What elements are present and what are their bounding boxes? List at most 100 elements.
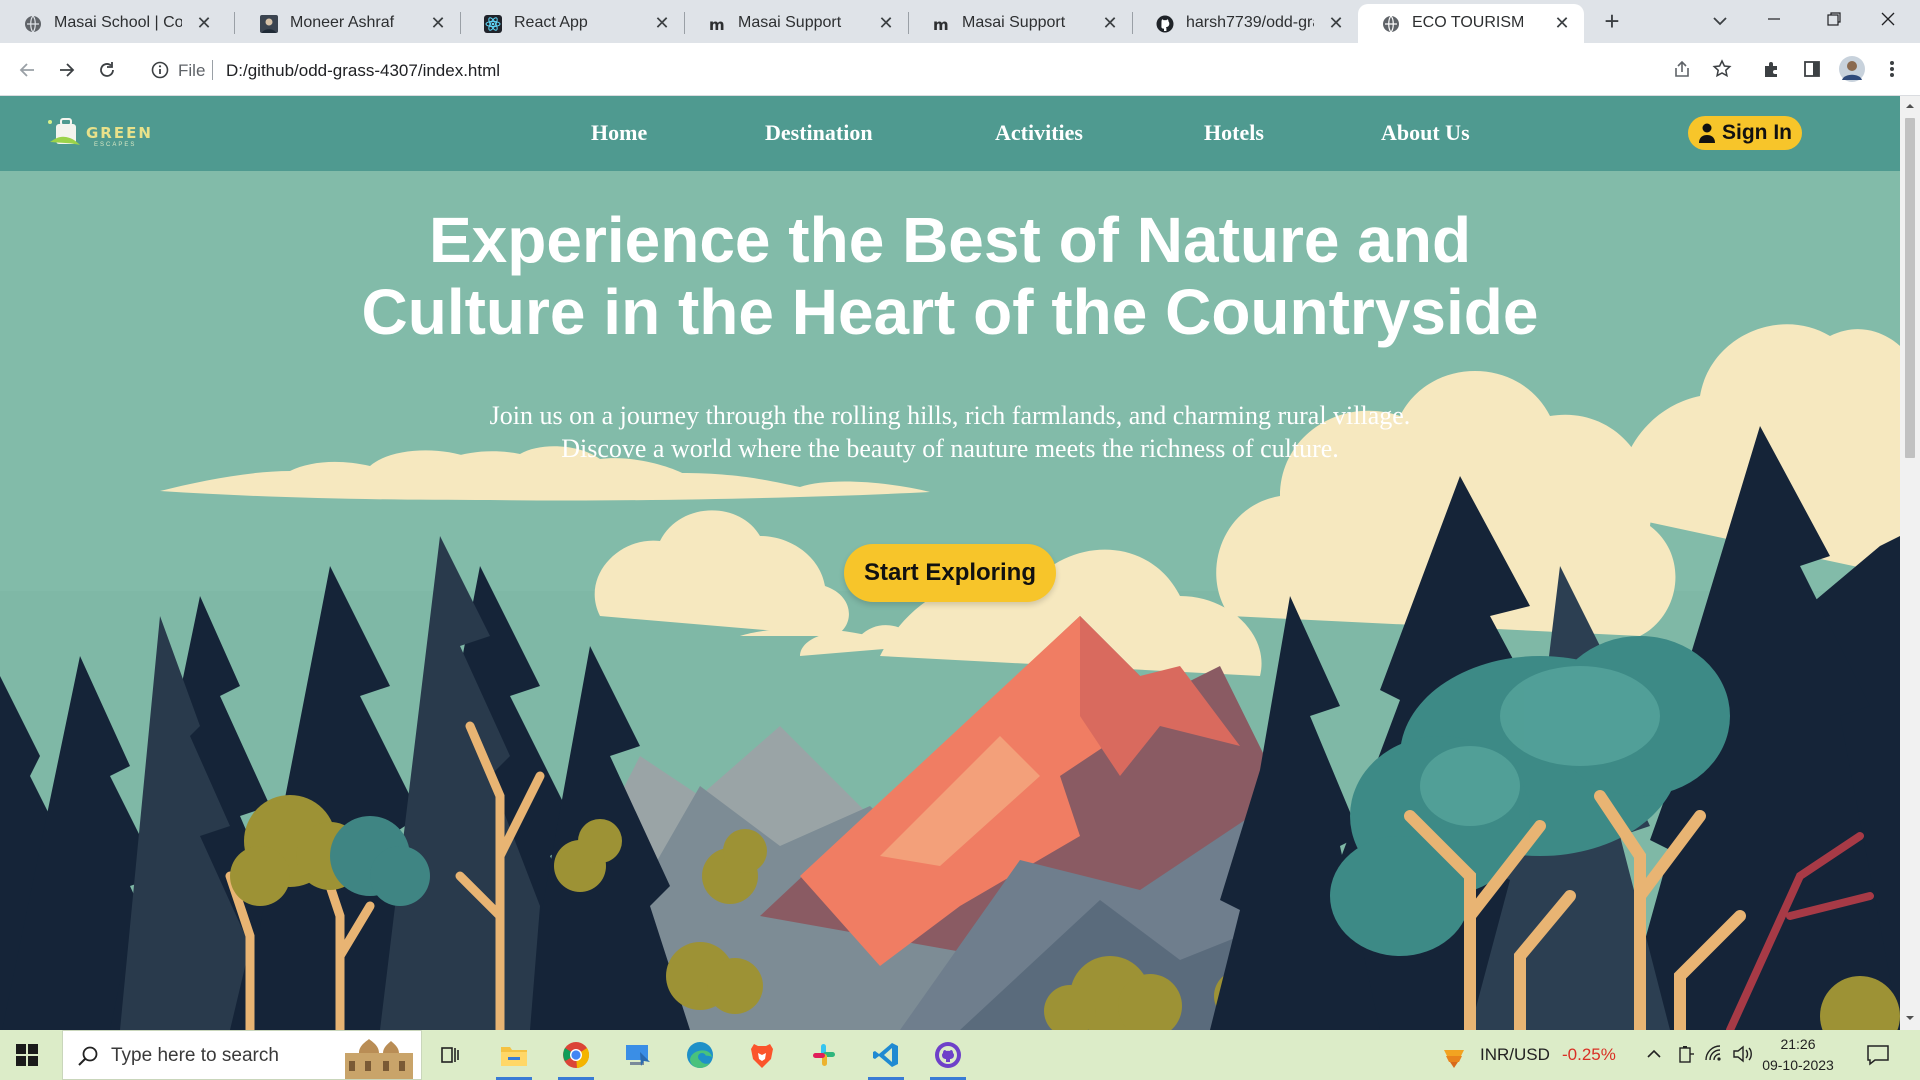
start-exploring-button[interactable]: Start Exploring xyxy=(844,544,1056,602)
remote-desktop-icon[interactable] xyxy=(612,1030,664,1080)
green-escapes-logo[interactable]: GREEN ESCAPES xyxy=(44,112,154,154)
task-view-icon[interactable] xyxy=(424,1030,476,1080)
svg-text:m: m xyxy=(709,16,725,33)
browser-tab[interactable]: m Masai Support ✕ xyxy=(684,4,908,43)
nav-link-about-us[interactable]: About Us xyxy=(1381,120,1470,146)
nav-link-home[interactable]: Home xyxy=(591,120,647,146)
back-arrow-icon[interactable] xyxy=(12,55,42,85)
ticker-label[interactable]: INR/USD xyxy=(1480,1045,1550,1065)
sign-in-label: Sign In xyxy=(1722,121,1792,144)
page-viewport: GREEN ESCAPES Home Destination Activitie… xyxy=(0,96,1900,1030)
tab-title: harsh7739/odd-gras xyxy=(1186,14,1314,31)
address-bar[interactable]: File D:/github/odd-grass-4307/index.html xyxy=(138,50,1728,90)
svg-text:m: m xyxy=(933,16,949,33)
taskbar-clock[interactable]: 21:26 09-10-2023 xyxy=(1762,1034,1834,1076)
react-icon xyxy=(484,15,502,33)
nav-link-hotels[interactable]: Hotels xyxy=(1204,120,1264,146)
github-icon xyxy=(1156,15,1174,33)
browser-tab[interactable]: Moneer Ashraf ✕ xyxy=(236,4,460,43)
hero-subtitle: Join us on a journey through the rolling… xyxy=(370,399,1530,465)
close-tab-icon[interactable]: ✕ xyxy=(1326,13,1346,33)
minimize-window-icon[interactable] xyxy=(1752,4,1796,34)
reload-icon[interactable] xyxy=(92,55,122,85)
browser-tab-active[interactable]: ECO TOURISM ✕ xyxy=(1358,4,1584,43)
volume-icon[interactable] xyxy=(1732,1044,1754,1064)
close-tab-icon[interactable]: ✕ xyxy=(1100,13,1120,33)
tab-title: Masai Support xyxy=(962,14,1066,31)
hero-subtitle-line: Discove a world where the beauty of naut… xyxy=(561,434,1339,463)
hero-title-line: Culture in the Heart of the Countryside xyxy=(361,276,1539,348)
browser-toolbar: File D:/github/odd-grass-4307/index.html xyxy=(0,43,1920,96)
taskbar-search-box[interactable]: Type here to search xyxy=(62,1030,422,1080)
logo-tagline: ESCAPES xyxy=(94,142,137,148)
url-divider xyxy=(212,60,213,80)
edge-icon[interactable] xyxy=(674,1030,726,1080)
github-desktop-icon[interactable] xyxy=(922,1030,974,1080)
hero-subtitle-line: Join us on a journey through the rolling… xyxy=(489,401,1411,430)
brave-icon[interactable] xyxy=(736,1030,788,1080)
tab-title: ECO TOURISM xyxy=(1412,14,1525,31)
close-window-icon[interactable] xyxy=(1866,4,1910,34)
suitcase-logo-icon xyxy=(48,118,80,145)
scroll-up-arrow-icon[interactable] xyxy=(1905,101,1915,111)
globe-icon xyxy=(24,15,42,33)
search-placeholder: Type here to search xyxy=(111,1045,279,1066)
forward-arrow-icon[interactable] xyxy=(52,55,82,85)
battery-icon[interactable] xyxy=(1676,1044,1696,1064)
chrome-icon[interactable] xyxy=(550,1030,602,1080)
bookmark-star-icon[interactable] xyxy=(1708,55,1736,83)
new-tab-button[interactable]: + xyxy=(1598,8,1626,36)
show-hidden-icons-chevron-icon[interactable] xyxy=(1644,1044,1664,1064)
browser-tab[interactable]: React App ✕ xyxy=(460,4,684,43)
browser-tab[interactable]: m Masai Support ✕ xyxy=(908,4,1132,43)
file-explorer-icon[interactable] xyxy=(488,1030,540,1080)
browser-tab[interactable]: Masai School | Cours ✕ xyxy=(0,4,226,43)
profile-icon xyxy=(260,15,278,33)
close-tab-icon[interactable]: ✕ xyxy=(1552,13,1572,33)
scrollbar-thumb[interactable] xyxy=(1905,118,1915,458)
market-ticker-icon[interactable] xyxy=(1440,1042,1468,1070)
masai-icon: m xyxy=(708,15,726,33)
vscode-icon[interactable] xyxy=(860,1030,912,1080)
hero-title-line: Experience the Best of Nature and xyxy=(428,204,1472,276)
sign-in-button[interactable]: Sign In xyxy=(1688,116,1802,150)
browser-tab[interactable]: harsh7739/odd-gras ✕ xyxy=(1132,4,1358,43)
close-tab-icon[interactable]: ✕ xyxy=(194,13,214,33)
wifi-icon[interactable] xyxy=(1704,1044,1724,1064)
side-panel-icon[interactable] xyxy=(1798,55,1826,83)
extensions-puzzle-icon[interactable] xyxy=(1758,55,1786,83)
tab-search-chevron-icon[interactable] xyxy=(1708,6,1732,36)
ticker-change[interactable]: -0.25% xyxy=(1562,1045,1616,1065)
site-info-icon[interactable] xyxy=(150,60,170,80)
windows-start-icon[interactable] xyxy=(16,1044,38,1066)
user-icon xyxy=(1699,123,1715,143)
close-tab-icon[interactable]: ✕ xyxy=(428,13,448,33)
browser-tab-strip: Masai School | Cours ✕ Moneer Ashraf ✕ R… xyxy=(0,0,1920,43)
site-header: GREEN ESCAPES Home Destination Activitie… xyxy=(0,96,1900,171)
masai-icon: m xyxy=(932,15,950,33)
tab-title: Masai Support xyxy=(738,14,842,31)
tab-title: React App xyxy=(514,14,588,31)
profile-avatar[interactable] xyxy=(1838,55,1866,83)
notifications-icon[interactable] xyxy=(1866,1044,1890,1066)
nav-link-destination[interactable]: Destination xyxy=(765,120,873,146)
url-text[interactable]: D:/github/odd-grass-4307/index.html xyxy=(226,61,500,81)
close-tab-icon[interactable]: ✕ xyxy=(876,13,896,33)
nav-link-activities[interactable]: Activities xyxy=(995,120,1083,146)
hero-title: Experience the Best of Nature and Cultur… xyxy=(330,204,1570,348)
page-scrollbar[interactable] xyxy=(1900,96,1920,1030)
browser-menu-icon[interactable] xyxy=(1878,55,1906,83)
close-tab-icon[interactable]: ✕ xyxy=(652,13,672,33)
globe-icon xyxy=(1382,15,1400,33)
clock-time: 21:26 xyxy=(1780,1036,1816,1052)
share-icon[interactable] xyxy=(1668,55,1696,83)
restore-window-icon[interactable] xyxy=(1812,4,1856,34)
tab-title: Moneer Ashraf xyxy=(290,14,395,31)
tab-divider xyxy=(234,12,235,34)
url-scheme-label: File xyxy=(178,61,206,80)
slack-icon[interactable] xyxy=(798,1030,850,1080)
clock-date: 09-10-2023 xyxy=(1762,1057,1834,1073)
scroll-down-arrow-icon[interactable] xyxy=(1905,1013,1915,1023)
tab-title: Masai School | Cours xyxy=(54,14,182,31)
windows-taskbar: Type here to search INR/USD -0.25% 21:26… xyxy=(0,1030,1920,1080)
